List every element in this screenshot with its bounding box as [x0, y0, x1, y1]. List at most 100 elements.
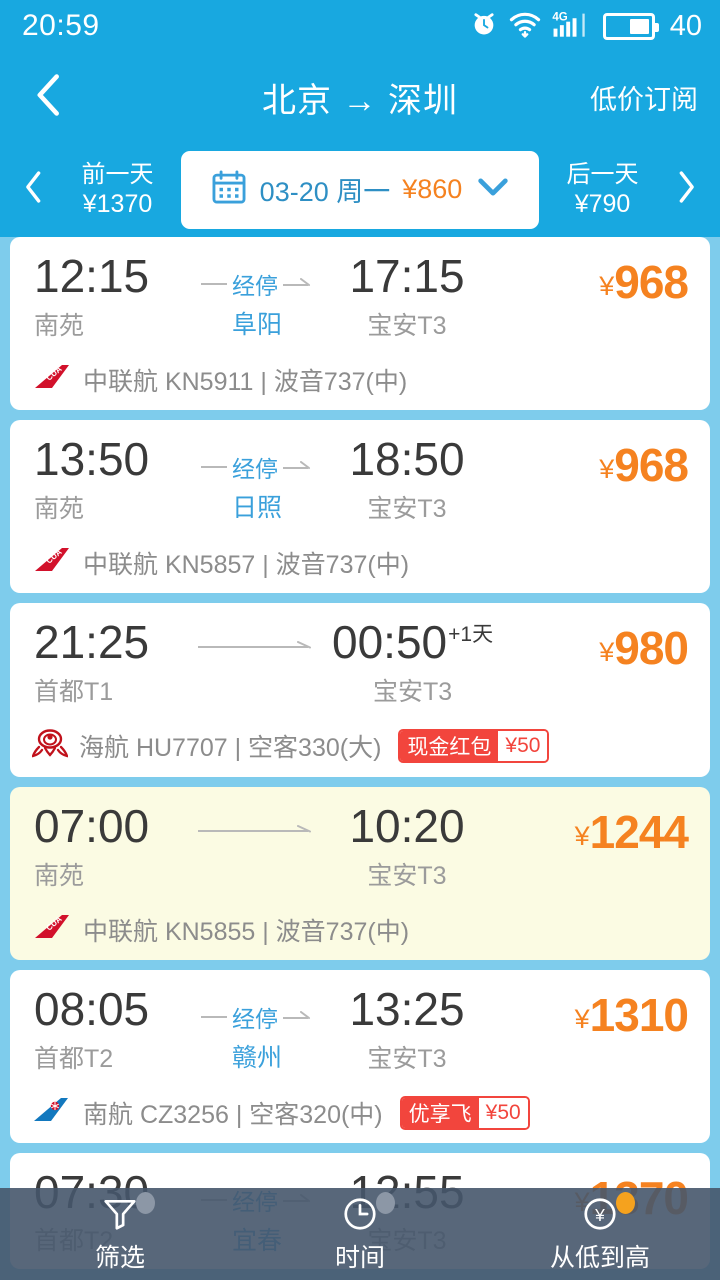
promo-badge-value: ¥50 — [498, 731, 548, 762]
bottom-bar-label: 筛选 — [94, 1244, 145, 1272]
flight-card[interactable]: 13:50 南苑 经停 日照 18:50 宝安T3 ¥968 CUA 中联航 KN5857 | … — [10, 419, 710, 593]
airline-info: 中联航 KN5855 | 波音737(中) — [83, 917, 410, 946]
yen-circle-icon: ¥ — [581, 1192, 635, 1234]
bottom-bar-item-clock[interactable]: 时间 — [240, 1192, 480, 1274]
next-day-label: 后一天 — [566, 160, 639, 188]
prev-day-button[interactable]: 前一天 ¥1370 — [60, 160, 175, 220]
flight-list[interactable]: 12:15 南苑 经停 阜阳 17:15 宝安T3 ¥968 CUA 中联航 KN5911 | … — [0, 237, 720, 1280]
arrival-block: 17:15 宝安T3 — [332, 253, 482, 342]
arrival-block: 18:50 宝安T3 — [332, 435, 482, 525]
promo-badge-value: ¥50 — [478, 1097, 528, 1128]
flight-card[interactable]: 07:00 南苑 10:20 宝安T3 ¥1244 CUA 中联航 KN5855 | 波音7… — [10, 786, 710, 960]
arrival-time: 13:25 — [332, 985, 482, 1033]
flight-summary-row: 07:00 南苑 10:20 宝安T3 ¥1244 — [32, 799, 689, 892]
departure-block: 13:50 南苑 — [32, 432, 182, 525]
promo-badge-name: 优享飞 — [401, 1097, 479, 1128]
departure-block: 08:05 首都T2 — [32, 985, 182, 1075]
arrival-airport: 宝安T3 — [372, 677, 453, 706]
low-price-subscribe-button[interactable]: 低价订阅 — [590, 78, 698, 117]
route-middle — [182, 619, 332, 655]
price-amount: 1244 — [589, 805, 689, 858]
status-icons: 4G 40 — [470, 9, 702, 44]
departure-block: 07:00 南苑 — [32, 799, 182, 892]
route-middle: 经停 日照 — [182, 436, 332, 524]
date-selector-bar: 前一天 ¥1370 03-20 周一 ¥860 后一天 ¥790 — [0, 142, 720, 237]
currency-symbol: ¥ — [574, 820, 590, 851]
status-dot — [376, 1192, 395, 1214]
chevron-right-icon — [675, 170, 697, 209]
date-picker-button[interactable]: 03-20 周一 ¥860 — [181, 150, 539, 229]
flight-price: ¥1244 — [528, 803, 689, 859]
flight-airline-row: CUA 中联航 KN5855 | 波音737(中) — [32, 912, 688, 948]
arrival-block: 13:25 宝安T3 — [332, 985, 482, 1075]
flight-price: ¥980 — [528, 619, 689, 675]
arrival-time: 10:20 — [332, 802, 482, 850]
arrival-time-value: 00:50 — [332, 615, 448, 668]
arrival-time: 00:50+1天 — [332, 615, 493, 668]
currency-symbol: ¥ — [574, 1003, 590, 1034]
price-amount: 980 — [614, 621, 689, 674]
china-united-airlines-logo: CUA — [32, 545, 72, 580]
promo-badge-name: 现金红包 — [400, 731, 499, 762]
flight-summary-row: 12:15 南苑 经停 阜阳 17:15 宝安T3 ¥968 — [32, 253, 689, 342]
calendar-icon — [210, 168, 248, 211]
chevron-left-icon — [23, 170, 45, 209]
app-header: 北京 → 深圳 低价订阅 — [0, 52, 720, 142]
arrival-airport: 宝安T3 — [367, 861, 447, 890]
flight-route: 07:00 南苑 10:20 宝安T3 — [32, 799, 528, 892]
price-amount: 968 — [614, 256, 689, 308]
arrival-block: 00:50+1天宝安T3 — [332, 615, 493, 708]
airline-info: 南航 CZ3256 | 空客320(中) — [83, 1100, 383, 1129]
currency-symbol: ¥ — [599, 271, 615, 301]
flight-airline-row: CUA 中联航 KN5857 | 波音737(中) — [32, 545, 688, 581]
clock-icon — [341, 1192, 395, 1234]
next-day-arrow-button[interactable] — [666, 170, 706, 209]
promo-badge[interactable]: 优享飞 ¥50 — [399, 1095, 530, 1130]
selected-date-price: ¥860 — [402, 174, 463, 204]
chevron-down-icon[interactable] — [476, 174, 510, 205]
flight-card[interactable]: 21:25 首都T1 00:50+1天宝安T3 ¥980 海航 HU7707 | 空客3… — [10, 602, 710, 777]
status-dot — [616, 1192, 635, 1214]
flight-route: 21:25 首都T1 00:50+1天宝安T3 — [32, 615, 528, 708]
departure-time: 07:00 — [34, 799, 150, 852]
flight-card[interactable]: 08:05 首都T2 经停 赣州 13:25 宝安T3 ¥1310 南航 CZ3256 | 空… — [10, 969, 710, 1143]
funnel-icon — [101, 1192, 155, 1234]
alarm-clock-icon — [470, 10, 498, 43]
flight-route: 12:15 南苑 经停 阜阳 17:15 宝安T3 — [32, 253, 528, 342]
promo-badge[interactable]: 现金红包 ¥50 — [398, 729, 550, 764]
stopover-label: 经停 — [232, 455, 278, 482]
flight-summary-row: 21:25 首都T1 00:50+1天宝安T3 ¥980 — [32, 615, 689, 708]
arrival-time-value: 17:15 — [349, 250, 465, 302]
bottom-bar-label: 时间 — [334, 1244, 385, 1272]
departure-airport: 南苑 — [34, 494, 85, 523]
selected-date: 03-20 周一 — [259, 177, 391, 207]
hainan-airlines-logo — [31, 728, 69, 765]
battery-icon — [602, 12, 659, 40]
airline-info: 中联航 KN5911 | 波音737(中) — [83, 367, 408, 396]
departure-time: 21:25 — [34, 615, 150, 668]
airline-info: 海航 HU7707 | 空客330(大) — [79, 734, 382, 763]
arrival-block: 10:20 宝安T3 — [332, 802, 482, 892]
flight-card[interactable]: 12:15 南苑 经停 阜阳 17:15 宝安T3 ¥968 CUA 中联航 KN5911 | … — [10, 237, 710, 410]
wifi-icon — [509, 10, 541, 43]
departure-block: 21:25 首都T1 — [32, 615, 182, 708]
airline-info: 中联航 KN5857 | 波音737(中) — [83, 550, 410, 579]
china-united-airlines-logo: CUA — [32, 912, 72, 947]
back-button[interactable] — [22, 70, 76, 124]
prev-day-arrow-button[interactable] — [14, 170, 54, 209]
stopover-label: 经停 — [232, 273, 278, 299]
next-day-button[interactable]: 后一天 ¥790 — [545, 160, 660, 220]
route-middle — [182, 803, 332, 839]
arrival-airport: 宝安T3 — [367, 1044, 447, 1073]
departure-time: 13:50 — [34, 432, 150, 485]
flight-airline-row: CUA 中联航 KN5911 | 波音737(中) — [32, 362, 688, 398]
battery-level: 40 — [669, 9, 702, 42]
flight-airline-row: 南航 CZ3256 | 空客320(中) 优享飞 ¥50 — [32, 1095, 688, 1131]
bottom-bar-item-funnel[interactable]: 筛选 — [0, 1192, 240, 1274]
bottom-bar-item-yen-circle[interactable]: ¥ 从低到高 — [480, 1192, 720, 1274]
currency-symbol: ¥ — [599, 636, 615, 667]
status-time: 20:59 — [22, 9, 100, 42]
price-amount: 968 — [614, 438, 689, 491]
flight-price: ¥968 — [528, 436, 689, 492]
arrow-right-icon — [283, 1010, 310, 1019]
